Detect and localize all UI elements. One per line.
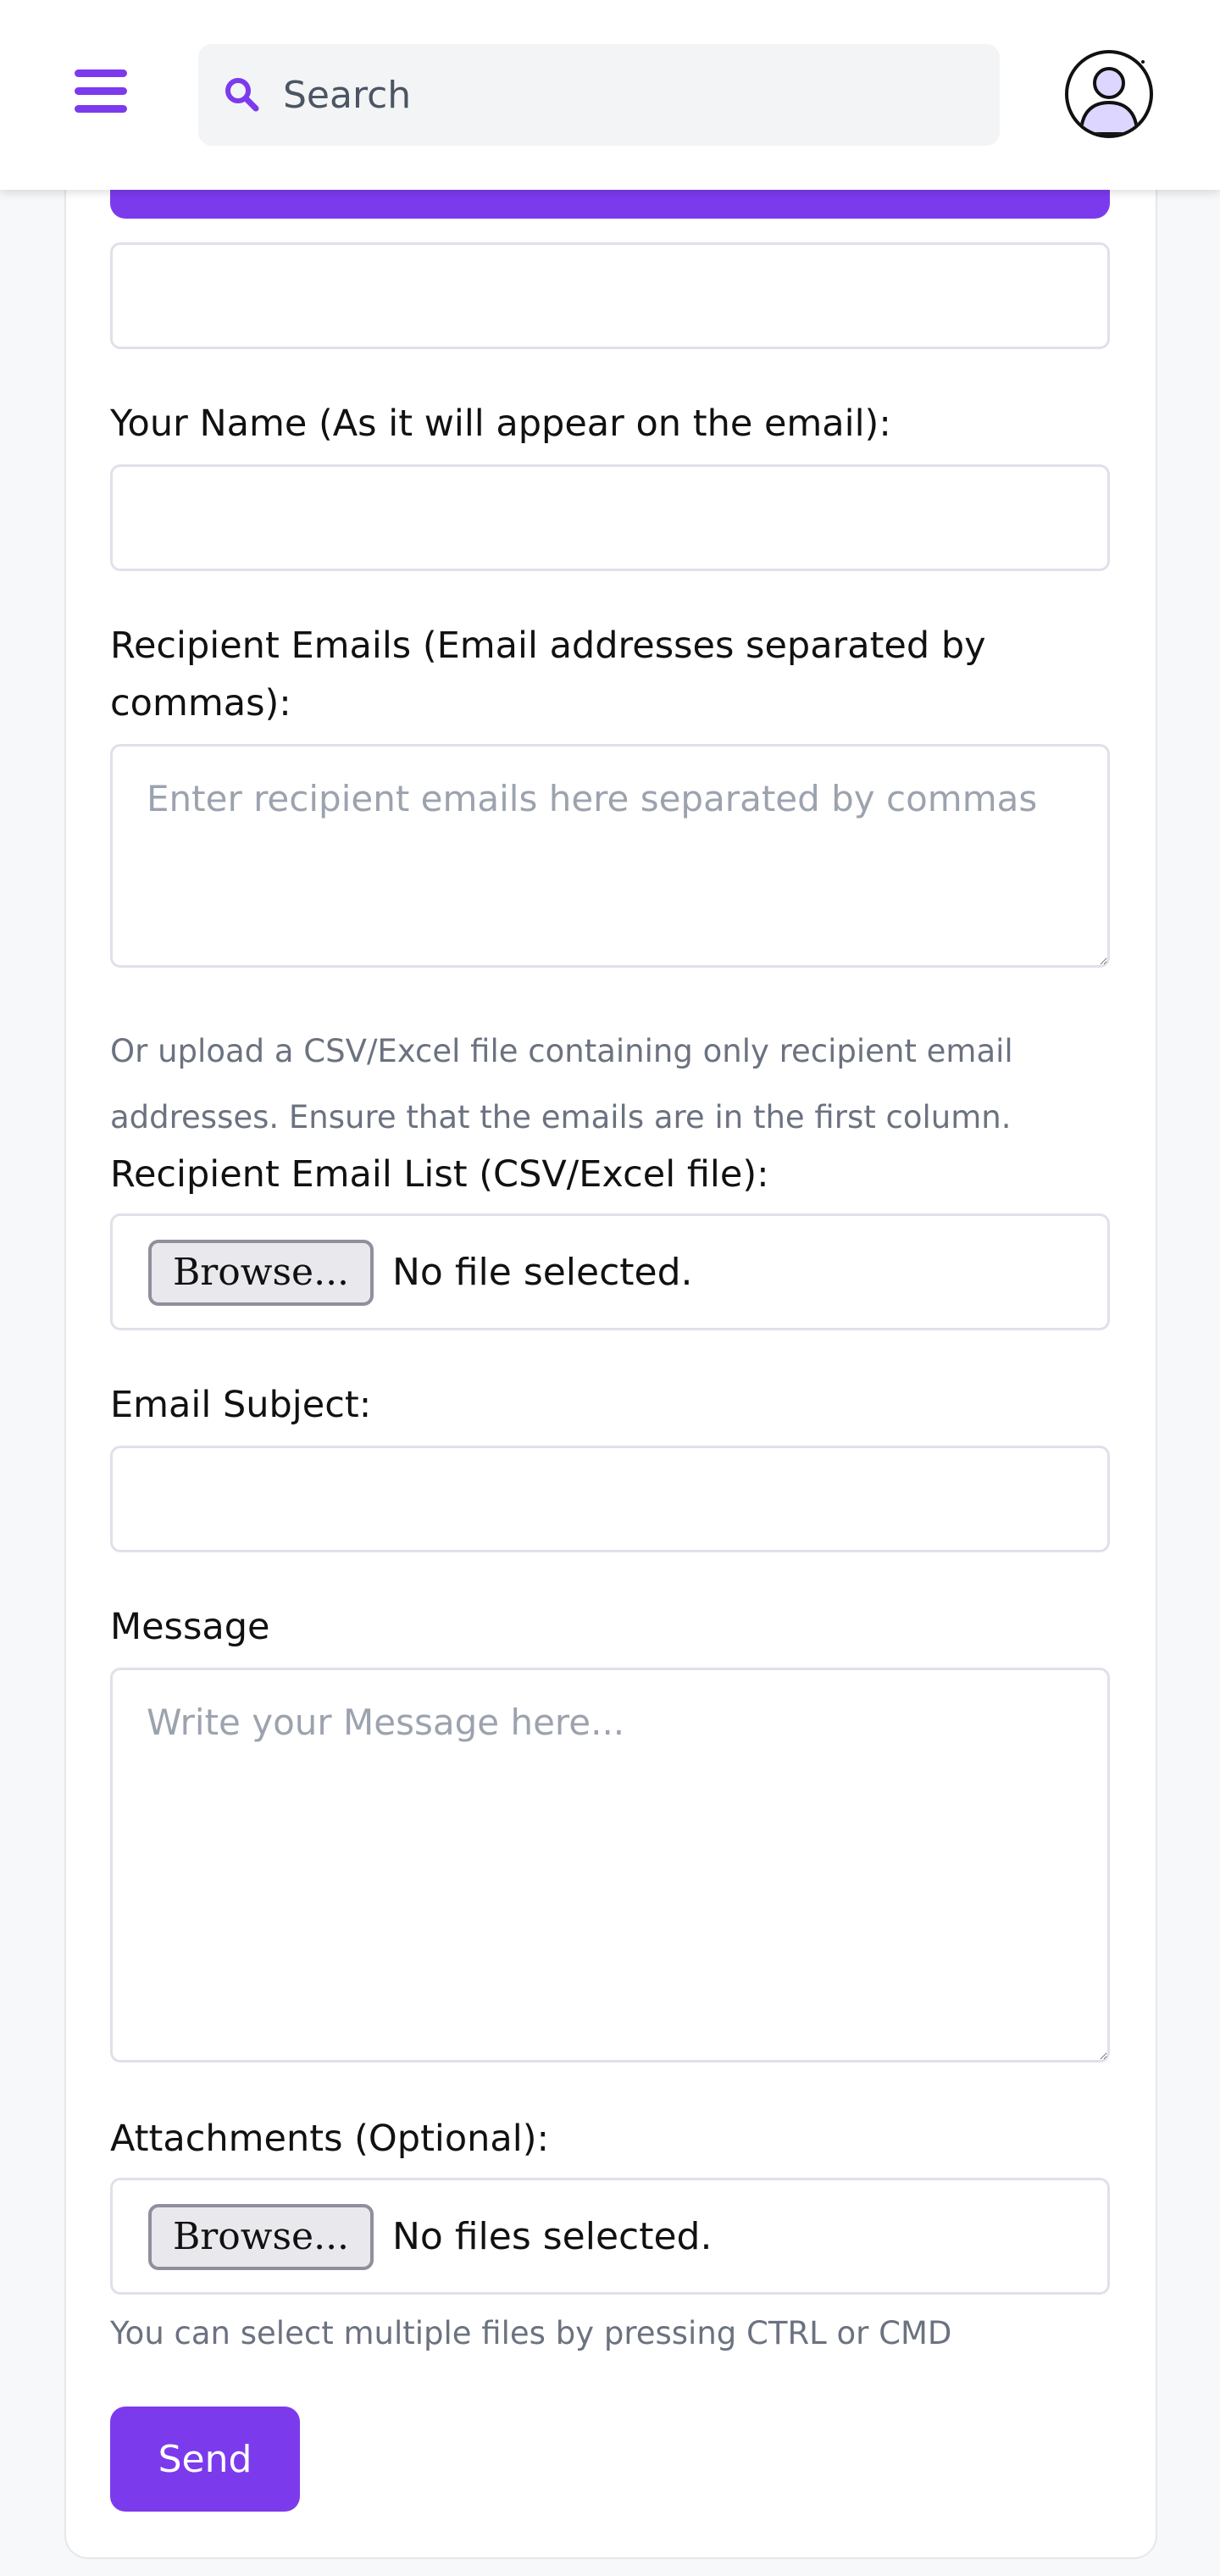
attachments-file-status: No files selected. (392, 2215, 713, 2258)
send-button[interactable]: Send (110, 2407, 300, 2512)
menu-icon-bar (75, 69, 127, 77)
recipient-emails-textarea[interactable] (110, 744, 1110, 968)
message-label: Message (110, 1606, 270, 1648)
email-subject-label: Email Subject: (110, 1384, 372, 1426)
upload-help-text: Or upload a CSV/Excel file containing on… (110, 1033, 1013, 1135)
attachments-file-input[interactable]: Browse... No files selected. (110, 2178, 1110, 2295)
sender-name-label: Your Name (As it will appear on the emai… (110, 402, 891, 445)
search-icon (225, 78, 259, 112)
attachments-help-text: You can select multiple files by pressin… (110, 2315, 952, 2351)
recipient-list-file-status: No file selected. (392, 1251, 693, 1294)
menu-icon-bar (75, 105, 127, 113)
email-subject-input[interactable] (110, 1446, 1110, 1552)
sender-name-input[interactable] (110, 464, 1110, 571)
attachments-label: Attachments (Optional): (110, 2118, 549, 2160)
menu-icon[interactable] (75, 68, 127, 115)
recipient-list-browse-button[interactable]: Browse... (148, 1240, 374, 1306)
recipient-emails-label: Recipient Emails (Email addresses separa… (110, 625, 986, 724)
menu-icon-bar (75, 87, 127, 95)
search-box (198, 44, 1000, 146)
attachments-browse-button[interactable]: Browse... (148, 2204, 374, 2270)
user-avatar-icon[interactable] (1064, 49, 1154, 139)
recipient-list-label: Recipient Email List (CSV/Excel file): (110, 1153, 769, 1196)
message-textarea[interactable] (110, 1668, 1110, 2062)
top-header (0, 0, 1220, 190)
sender-email-input[interactable] (110, 242, 1110, 349)
search-input[interactable] (283, 44, 978, 146)
recipient-list-file-input[interactable]: Browse... No file selected. (110, 1213, 1110, 1330)
